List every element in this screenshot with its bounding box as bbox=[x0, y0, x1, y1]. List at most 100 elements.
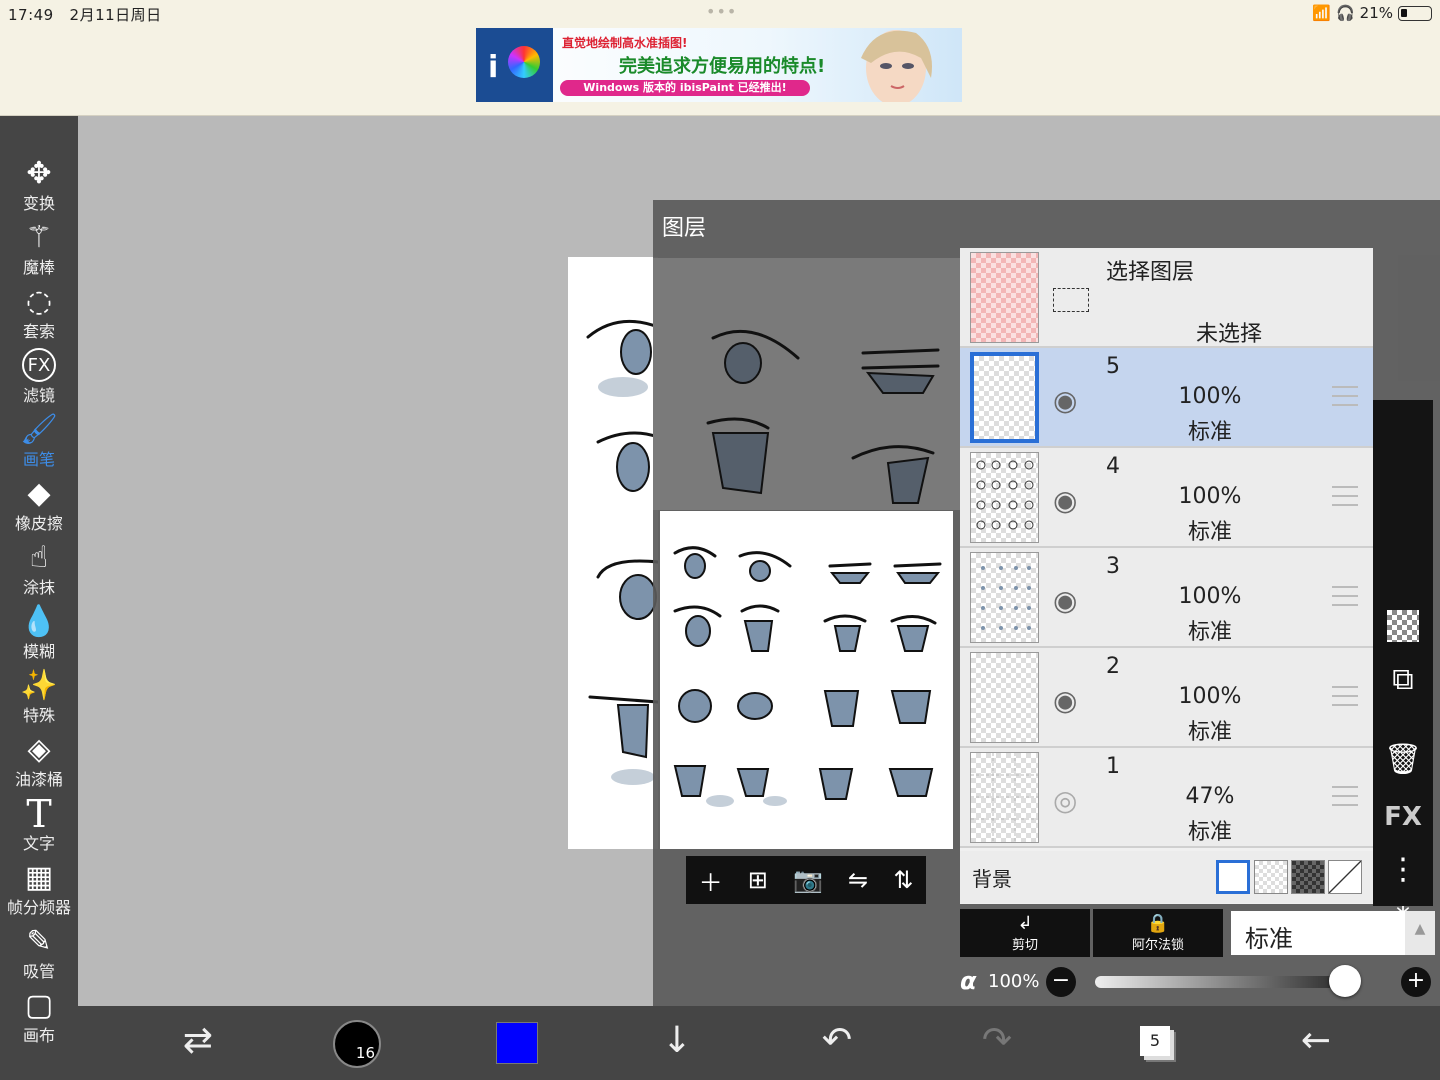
layer-row-5[interactable]: 5 ◉ 100% 标准 bbox=[960, 348, 1373, 448]
layer-row-3[interactable]: 3 ◉ 100% 标准 bbox=[960, 548, 1373, 648]
status-right: 📶 🎧 21% bbox=[1312, 4, 1432, 22]
tool-transform[interactable]: ✥ 变换 bbox=[0, 154, 78, 218]
fx-icon[interactable]: FX bbox=[1373, 802, 1433, 832]
layer-panel-title: 图层 bbox=[662, 216, 707, 241]
paint-bucket-icon: ◈ bbox=[27, 732, 51, 767]
tool-brush[interactable]: 🖌 画笔 bbox=[0, 410, 78, 474]
ad-bar: i 直觉地绘制高水准插图! 完美追求方便易用的特点! Windows 版本的 i… bbox=[0, 28, 1440, 116]
bg-dark-swatch[interactable] bbox=[1291, 860, 1325, 894]
drag-handle-icon[interactable] bbox=[1332, 486, 1358, 506]
layer-opacity: 47% bbox=[1185, 784, 1235, 809]
layer-thumbnail-art bbox=[976, 460, 1034, 530]
layer-number: 3 bbox=[1106, 554, 1120, 579]
multitask-dots[interactable]: ••• bbox=[706, 2, 737, 21]
tool-special[interactable]: ✨ 特殊 bbox=[0, 666, 78, 730]
status-time: 17:49 2月11日周日 bbox=[8, 6, 162, 24]
ibispaint-logo: i bbox=[476, 28, 553, 102]
tool-magic-wand[interactable]: ⚚ 魔棒 bbox=[0, 218, 78, 282]
bg-transparent-swatch[interactable] bbox=[1254, 860, 1288, 894]
drag-handle-icon[interactable] bbox=[1332, 786, 1358, 806]
layers-button[interactable]: 5 bbox=[1140, 1026, 1170, 1056]
battery-percent: 21% bbox=[1359, 4, 1393, 22]
alpha-slider-knob[interactable] bbox=[1329, 965, 1361, 997]
status-bar: 17:49 2月11日周日 ••• 📶 🎧 21% bbox=[0, 0, 1440, 28]
color-picker-button[interactable] bbox=[496, 1022, 538, 1064]
undo-icon[interactable]: ↶ bbox=[807, 1020, 867, 1061]
drag-handle-icon[interactable] bbox=[1332, 686, 1358, 706]
layer-thumbnail bbox=[970, 752, 1039, 843]
tool-paint-bucket[interactable]: ◈ 油漆桶 bbox=[0, 730, 78, 794]
visibility-eye-icon[interactable]: ◉ bbox=[1053, 484, 1077, 517]
visibility-eye-icon[interactable]: ◎ bbox=[1053, 784, 1077, 817]
tool-text[interactable]: T 文字 bbox=[0, 794, 78, 858]
alpha-value: 100% bbox=[988, 971, 1040, 992]
visibility-eye-icon[interactable]: ◉ bbox=[1053, 584, 1077, 617]
layer-panel: 图层 ＋ ⊞ 📷 ⇋ ⇅ 选择图层 未选择 5 ◉ 100% 标准 4 ◉ 10… bbox=[653, 200, 1440, 1006]
layer-list: 选择图层 未选择 5 ◉ 100% 标准 4 ◉ 100% 标准 3 ◉ 100… bbox=[960, 248, 1373, 904]
delete-layer-icon[interactable]: 🗑 bbox=[1373, 742, 1433, 777]
add-layer-icon[interactable]: ＋ bbox=[699, 863, 723, 898]
canvas-preview[interactable] bbox=[660, 511, 953, 849]
flip-horizontal-icon[interactable]: ⇋ bbox=[848, 866, 868, 894]
bg-none-swatch[interactable] bbox=[1328, 860, 1362, 894]
background-row: 背景 bbox=[960, 851, 1373, 903]
clip-arrow-icon: ↲ bbox=[1017, 913, 1033, 934]
ad-line1: 直觉地绘制高水准插图! bbox=[562, 36, 688, 50]
add-layer-box-icon[interactable]: ⊞ bbox=[748, 866, 768, 894]
alpha-decrease-button[interactable]: − bbox=[1046, 967, 1076, 997]
camera-icon[interactable]: 📷 bbox=[793, 866, 823, 894]
layer-thumbnail bbox=[970, 652, 1039, 743]
drag-handle-icon[interactable] bbox=[1332, 386, 1358, 406]
bg-white-swatch[interactable] bbox=[1216, 860, 1250, 894]
clip-button[interactable]: ↲ 剪切 bbox=[960, 909, 1090, 957]
visibility-eye-icon[interactable]: ◉ bbox=[1053, 384, 1077, 417]
layer-opacity: 100% bbox=[1178, 584, 1242, 609]
flip-vertical-icon[interactable]: ⇅ bbox=[893, 866, 913, 894]
layer-thumbnail bbox=[970, 352, 1039, 443]
layer-thumbnail bbox=[970, 452, 1039, 543]
headphones-icon: 🎧 bbox=[1335, 4, 1355, 22]
ad-line2: 完美追求方便易用的特点! bbox=[619, 56, 826, 77]
layer-number: 4 bbox=[1106, 454, 1120, 479]
down-arrow-icon[interactable]: ↓ bbox=[647, 1020, 707, 1061]
alpha-lock-button[interactable]: 🔒 阿尔法锁 bbox=[1093, 909, 1223, 957]
brush-eraser-swap-icon[interactable]: ⇄ bbox=[168, 1020, 228, 1061]
blend-mode-select[interactable]: 标准 bbox=[1231, 911, 1405, 955]
alpha-increase-button[interactable]: + bbox=[1401, 967, 1431, 997]
lock-icon: 🔒 bbox=[1146, 913, 1170, 934]
back-arrow-icon[interactable]: ← bbox=[1286, 1020, 1346, 1061]
layer-right-toolbar-lower: 🗑 FX ⋮ bbox=[1373, 706, 1433, 906]
tool-frame-divider[interactable]: ▦ 帧分频器 bbox=[0, 858, 78, 922]
brush-size-button[interactable]: 16 bbox=[333, 1020, 381, 1068]
redo-icon[interactable]: ↷ bbox=[967, 1020, 1027, 1061]
layer-row-2[interactable]: 2 ◉ 100% 标准 bbox=[960, 648, 1373, 748]
tool-canvas[interactable]: ▢ 画布 bbox=[0, 986, 78, 1050]
tool-eraser[interactable]: ◆ 橡皮擦 bbox=[0, 474, 78, 538]
drag-handle-icon[interactable] bbox=[1332, 586, 1358, 606]
layer-row-4[interactable]: 4 ◉ 100% 标准 bbox=[960, 448, 1373, 548]
tool-smudge[interactable]: ☝ 涂抹 bbox=[0, 538, 78, 602]
ad-banner[interactable]: i 直觉地绘制高水准插图! 完美追求方便易用的特点! Windows 版本的 i… bbox=[476, 28, 962, 102]
alpha-symbol: α bbox=[960, 967, 977, 995]
tool-blur[interactable]: 💧 模糊 bbox=[0, 602, 78, 666]
battery-icon bbox=[1398, 5, 1432, 21]
blend-mode-arrow-icon[interactable]: ▲ bbox=[1405, 911, 1435, 955]
tool-eyedropper[interactable]: ✎ 吸管 bbox=[0, 922, 78, 986]
transparent-checker-icon[interactable] bbox=[1373, 610, 1433, 650]
tool-lasso[interactable]: ◌ 套索 bbox=[0, 282, 78, 346]
layer-transfer-icon[interactable]: ⧉ bbox=[1373, 662, 1433, 697]
canvas-artwork bbox=[586, 319, 660, 785]
blur-drop-icon: 💧 bbox=[20, 604, 58, 639]
layer-blend-mode: 标准 bbox=[1187, 820, 1232, 845]
alpha-slider[interactable] bbox=[1095, 976, 1355, 988]
special-pen-icon: ✨ bbox=[20, 668, 58, 703]
layer-number: 2 bbox=[1106, 654, 1120, 679]
layer-row-1[interactable]: 1 ◎ 47% 标准 bbox=[960, 748, 1373, 848]
layer-thumbnail-art bbox=[971, 753, 1038, 842]
tool-filter[interactable]: FX 滤镜 bbox=[0, 346, 78, 410]
selection-layer-status: 未选择 bbox=[1196, 322, 1263, 347]
drawing-canvas[interactable] bbox=[568, 257, 660, 849]
visibility-eye-icon[interactable]: ◉ bbox=[1053, 684, 1077, 717]
more-options-icon[interactable]: ⋮ bbox=[1373, 852, 1433, 887]
selection-layer-row[interactable]: 选择图层 未选择 bbox=[960, 248, 1373, 348]
